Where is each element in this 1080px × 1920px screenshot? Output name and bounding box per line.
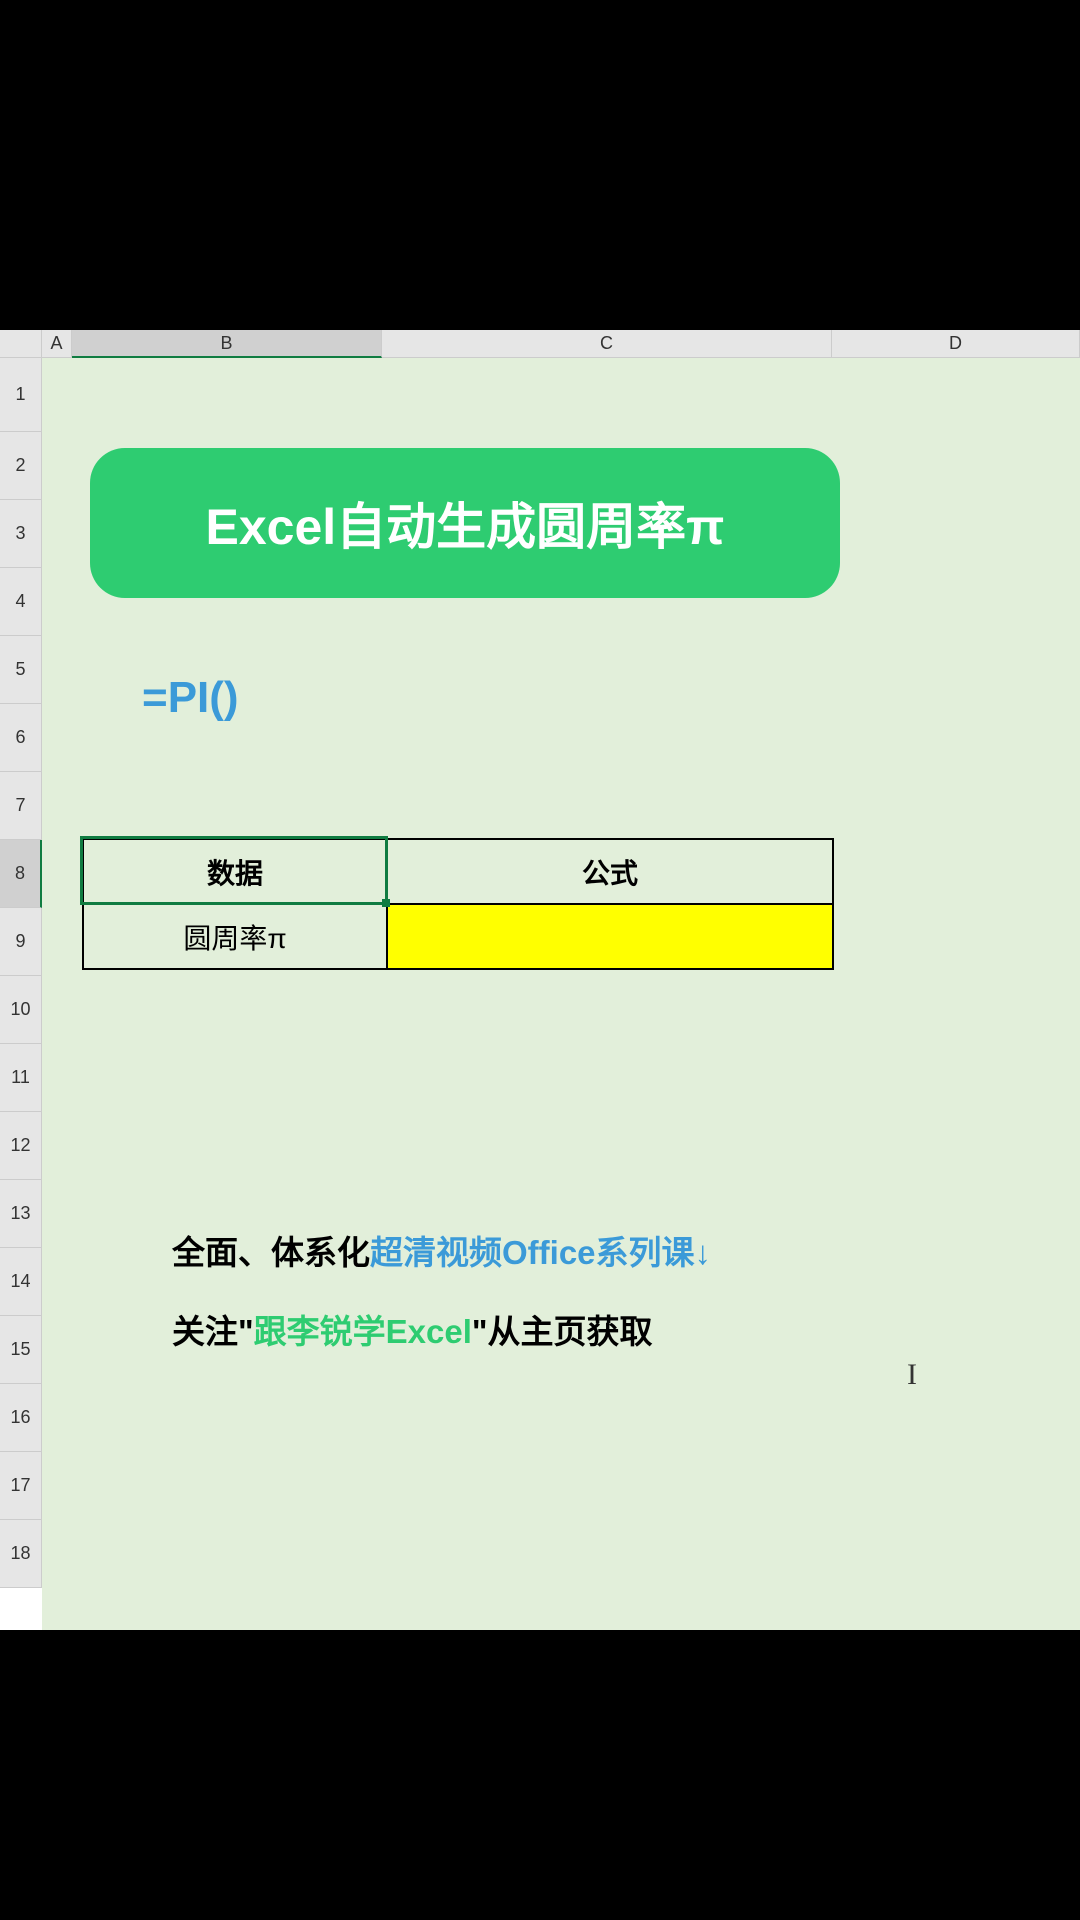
- row-header-18[interactable]: 18: [0, 1520, 42, 1588]
- row-header-16[interactable]: 16: [0, 1384, 42, 1452]
- col-header-D[interactable]: D: [832, 330, 1080, 358]
- promo-line-1: 全面、体系化超清视频Office系列课↓: [172, 1213, 711, 1292]
- row-header-5[interactable]: 5: [0, 636, 42, 704]
- column-headers: A B C D: [42, 330, 1080, 358]
- text-cursor-icon: I: [907, 1358, 917, 1392]
- table-header-data[interactable]: 数据: [83, 839, 387, 904]
- table-header-formula[interactable]: 公式: [387, 839, 833, 904]
- row-header-13[interactable]: 13: [0, 1180, 42, 1248]
- select-all-corner[interactable]: [0, 330, 42, 358]
- row-header-7[interactable]: 7: [0, 772, 42, 840]
- row-header-1[interactable]: 1: [0, 358, 42, 432]
- col-header-C[interactable]: C: [382, 330, 832, 358]
- grid-area[interactable]: Excel自动生成圆周率π =PI() 数据 公式 圆周率π 全面、体系化超清视…: [42, 358, 1080, 1630]
- data-table: 数据 公式 圆周率π: [82, 838, 834, 970]
- title-box: Excel自动生成圆周率π: [90, 448, 840, 598]
- row-header-9[interactable]: 9: [0, 908, 42, 976]
- promo-line-2: 关注"跟李锐学Excel"从主页获取: [172, 1292, 711, 1371]
- title-text: Excel自动生成圆周率π: [206, 487, 725, 559]
- row-header-15[interactable]: 15: [0, 1316, 42, 1384]
- excel-spreadsheet: A B C D 123456789101112131415161718 Exce…: [0, 330, 1080, 1630]
- table-cell-data[interactable]: 圆周率π: [83, 904, 387, 969]
- row-header-12[interactable]: 12: [0, 1112, 42, 1180]
- row-header-2[interactable]: 2: [0, 432, 42, 500]
- row-header-3[interactable]: 3: [0, 500, 42, 568]
- row-header-17[interactable]: 17: [0, 1452, 42, 1520]
- col-header-B[interactable]: B: [72, 330, 382, 358]
- row-header-4[interactable]: 4: [0, 568, 42, 636]
- row-header-11[interactable]: 11: [0, 1044, 42, 1112]
- promo-text: 全面、体系化超清视频Office系列课↓ 关注"跟李锐学Excel"从主页获取: [172, 1213, 711, 1371]
- col-header-A[interactable]: A: [42, 330, 72, 358]
- row-headers: 123456789101112131415161718: [0, 358, 42, 1588]
- row-header-14[interactable]: 14: [0, 1248, 42, 1316]
- row-header-10[interactable]: 10: [0, 976, 42, 1044]
- formula-display: =PI(): [142, 673, 239, 723]
- row-header-8[interactable]: 8: [0, 840, 42, 908]
- row-header-6[interactable]: 6: [0, 704, 42, 772]
- table-cell-formula-highlighted[interactable]: [387, 904, 833, 969]
